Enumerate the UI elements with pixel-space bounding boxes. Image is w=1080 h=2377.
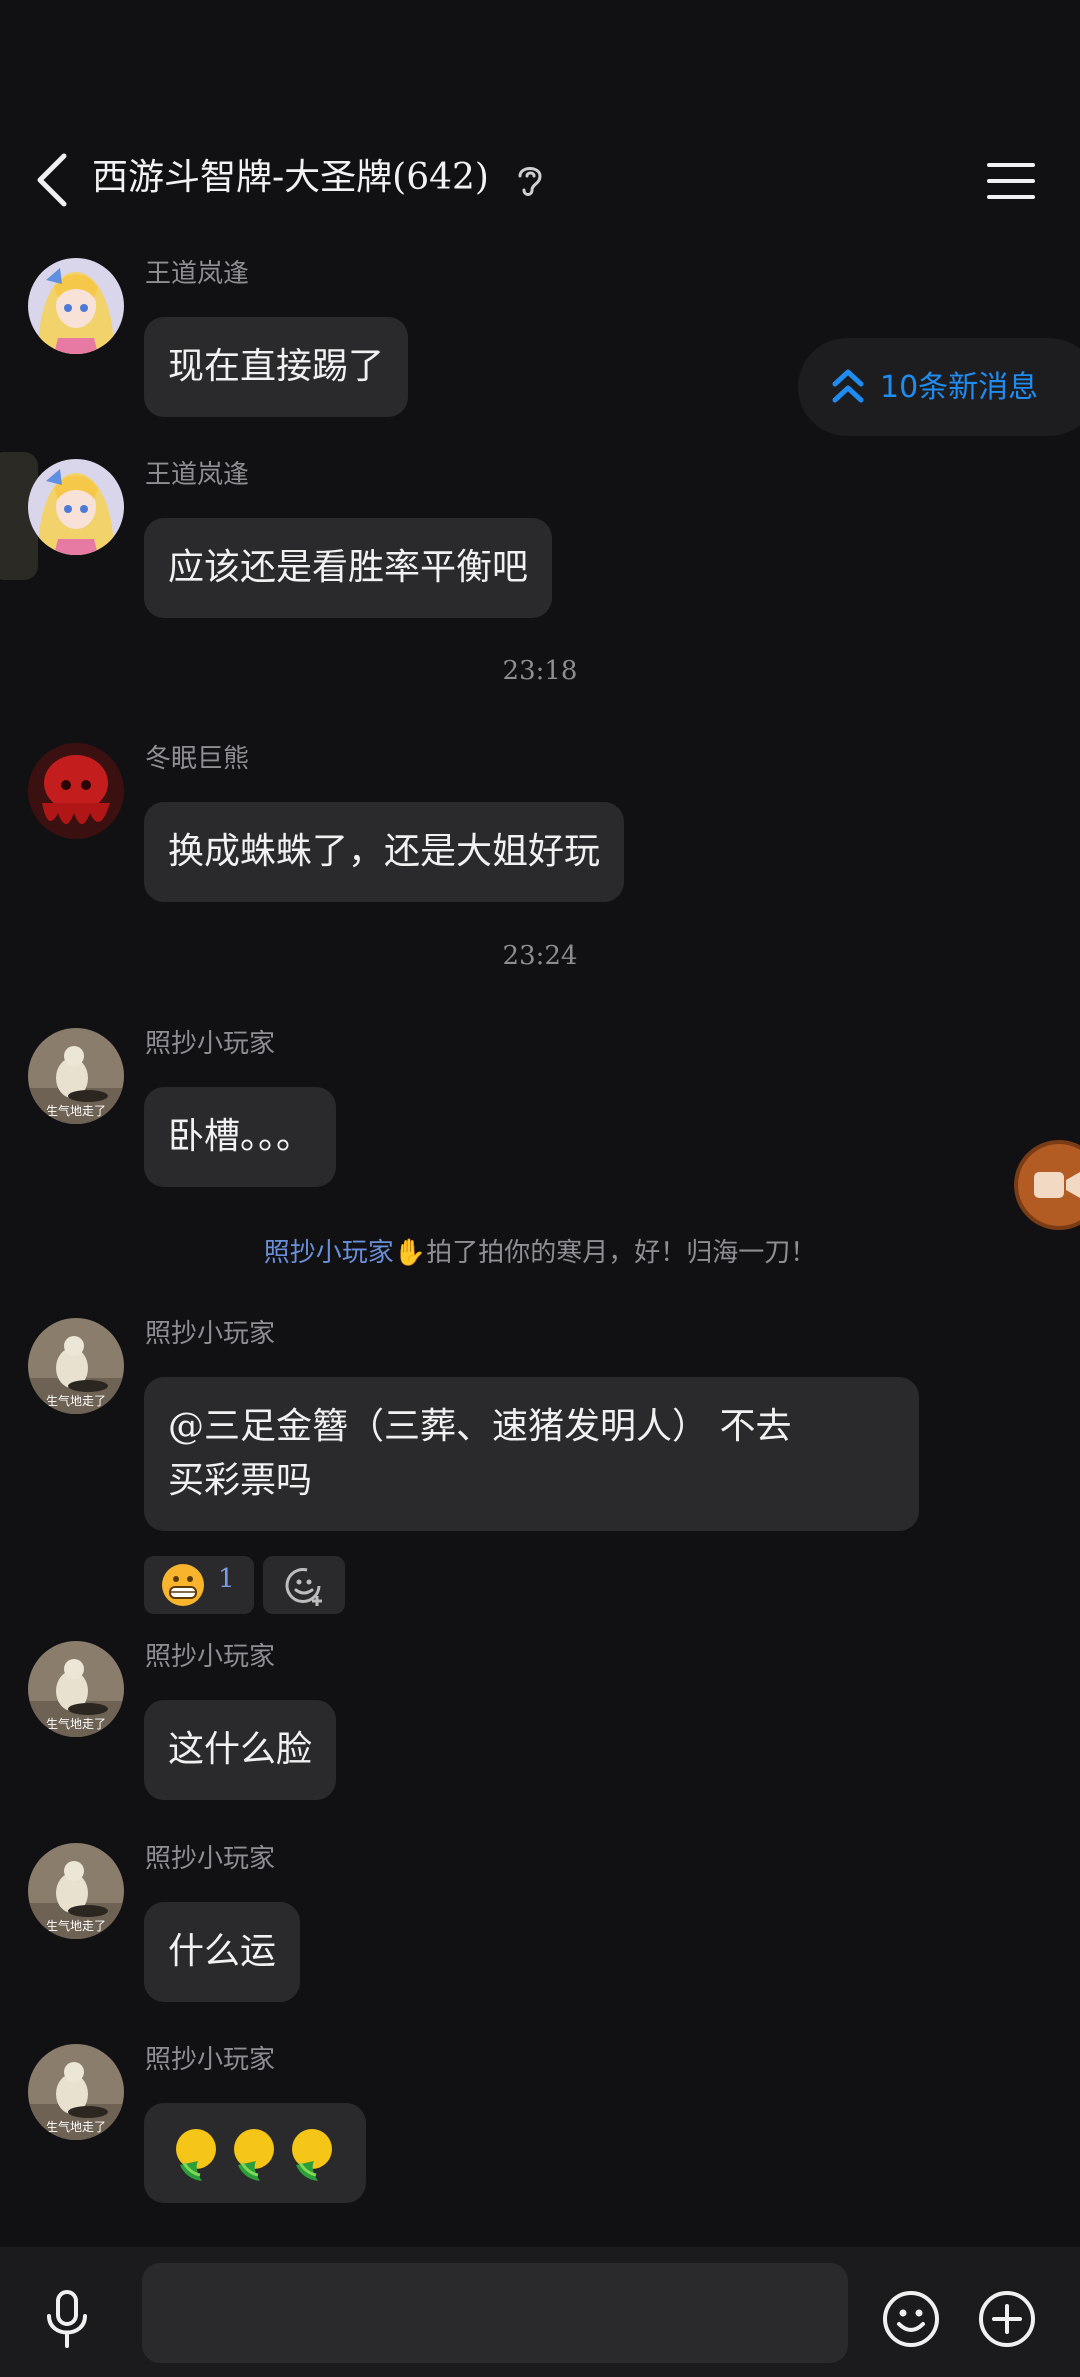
timestamp: 23:18 (502, 656, 578, 686)
sender-name: 照抄小玩家 (145, 1029, 276, 1059)
message-input[interactable] (142, 2263, 848, 2363)
new-messages-label: 10条新消息 (880, 370, 1039, 405)
avatar[interactable]: 生气地走了 (28, 2044, 124, 2140)
avatar-caption: 生气地走了 (45, 2120, 106, 2134)
avatar-caption: 生气地走了 (45, 1104, 106, 1118)
message-bubble[interactable] (144, 2103, 366, 2203)
message-bubble[interactable]: 换成蛛蛛了，还是大姐好玩 (144, 802, 625, 902)
avatar-caption: 生气地走了 (45, 1717, 106, 1731)
avatar[interactable]: 生气地走了 (28, 1641, 124, 1737)
chevron-left-icon[interactable] (30, 150, 74, 210)
hamburger-menu-icon[interactable] (986, 160, 1036, 202)
timestamp: 23:24 (502, 941, 578, 971)
reaction-count: 1 (218, 1564, 235, 1594)
message-bubble[interactable]: 现在直接踢了 (144, 317, 409, 417)
wave-hand-icon: ✋ (393, 1238, 427, 1268)
message-bubble[interactable]: @三足金簪（三葬、速猪发明人） 不去 买彩票吗 (144, 1377, 919, 1531)
sender-name: 照抄小玩家 (145, 1844, 276, 1874)
avatar-caption: 生气地走了 (45, 1394, 106, 1408)
sender-name: 王道岚逢 (145, 460, 250, 490)
add-emoji-icon (285, 1568, 322, 1606)
sender-name: 王道岚逢 (145, 259, 250, 289)
anime-girl-avatar (28, 459, 124, 555)
message-bubble[interactable]: 什么运 (144, 1902, 301, 2002)
poke-notice: 照抄小玩家✋拍了拍你的寒月，好！归海一刀！ (0, 1232, 1080, 1269)
sender-name: 冬眠巨熊 (145, 744, 250, 774)
avatar[interactable] (28, 459, 124, 555)
sender-name: 照抄小玩家 (145, 1642, 276, 1672)
message-line: 买彩票吗 (168, 1460, 313, 1501)
add-reaction-button[interactable] (263, 1556, 345, 1614)
chat-title[interactable]: 西游斗智牌-大圣牌(642) (92, 148, 489, 200)
double-chevron-up-icon (832, 369, 864, 403)
reaction-chip[interactable] (144, 1556, 254, 1614)
plus-circle-icon[interactable] (978, 2290, 1036, 2348)
message-bubble[interactable]: 这什么脸 (144, 1700, 337, 1800)
message-line: @三足金簪（三葬、速猪发明人） 不去 (168, 1406, 792, 1447)
poke-user-link[interactable]: 照抄小玩家 (264, 1238, 394, 1268)
sender-name: 照抄小玩家 (145, 1319, 276, 1349)
avatar[interactable]: 生气地走了 (28, 1843, 124, 1939)
microphone-icon[interactable] (44, 2290, 90, 2348)
smiley-icon[interactable] (882, 2290, 940, 2348)
avatar[interactable]: 生气地走了 (28, 1028, 124, 1124)
anime-girl-avatar (28, 258, 124, 354)
avatar[interactable] (28, 258, 124, 354)
ear-icon[interactable] (512, 160, 548, 200)
video-camera-icon (1034, 1172, 1080, 1198)
poke-text: 拍了拍你的寒月，好！归海一刀！ (426, 1238, 817, 1268)
message-bubble[interactable]: 卧槽。。。 (144, 1087, 337, 1187)
red-octopus-avatar (28, 743, 124, 839)
video-call-button[interactable] (1014, 1140, 1080, 1230)
avatar[interactable] (28, 743, 124, 839)
message-bubble[interactable]: 应该还是看胜率平衡吧 (144, 518, 553, 618)
grinning-face-icon (162, 1564, 204, 1606)
sender-name: 照抄小玩家 (145, 2045, 276, 2075)
avatar[interactable]: 生气地走了 (28, 1318, 124, 1414)
avatar-caption: 生气地走了 (45, 1919, 106, 1933)
mango-emoji (176, 2129, 332, 2181)
